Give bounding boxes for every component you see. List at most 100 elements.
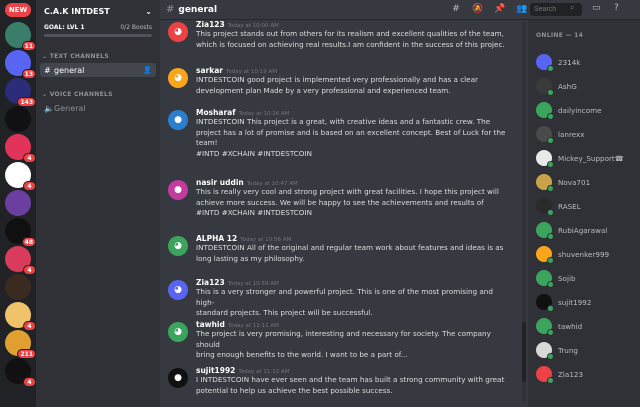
avatar [536, 270, 554, 288]
channel-title: general [178, 4, 218, 15]
avatar [536, 126, 554, 144]
member-item[interactable]: RubiAgarawal [536, 220, 607, 240]
message-author[interactable]: nasir uddin [196, 178, 244, 187]
member-name: shuvenker999 [558, 249, 610, 259]
discord-icon[interactable]: ◕ [168, 322, 188, 342]
server-icon[interactable]: 13 [5, 50, 36, 79]
member-list-icon[interactable]: 👥 [516, 3, 528, 15]
scrollbar-thumb[interactable] [522, 322, 526, 382]
member-item[interactable]: 2314k [536, 52, 580, 72]
pin-icon[interactable]: 📌 [494, 3, 506, 15]
server-icon[interactable] [5, 190, 31, 216]
channel-label: General [54, 103, 86, 113]
server-icon[interactable]: 4 [5, 134, 36, 163]
message-text: potential to help us achieve the best po… [196, 385, 393, 395]
category-text-channels[interactable]: ⌄ TEXT CHANNELS [36, 53, 160, 60]
member-item[interactable]: lanrexx [536, 124, 585, 144]
message-text: This is really very cool and strong proj… [196, 187, 499, 196]
user-avatar[interactable]: ● [168, 110, 188, 130]
goal-boosts: 0/2 Boosts [120, 24, 152, 31]
online-status-icon [547, 233, 554, 240]
message[interactable]: ● Mosharaf Today at 10:26 AM INTDESTCOIN Th… [168, 108, 508, 159]
member-name: 2314k [558, 57, 581, 67]
avatar [536, 294, 554, 312]
discord-icon[interactable]: ◕ [168, 280, 188, 300]
user-avatar[interactable]: ● [168, 180, 188, 200]
server-icon[interactable]: 48 [5, 218, 36, 247]
member-item[interactable]: tawhid [536, 316, 582, 336]
online-status-icon [547, 137, 554, 144]
inbox-icon[interactable]: ▭ [592, 3, 601, 13]
message-text: project has a lot of promise and is base… [196, 127, 506, 137]
new-badge[interactable]: NEW [5, 3, 31, 17]
member-item[interactable]: RASEL [536, 196, 581, 216]
message-author[interactable]: Zia123 [196, 278, 225, 287]
server-icon[interactable] [5, 106, 31, 132]
message-text: This project stands out from others for … [196, 29, 504, 38]
message-author[interactable]: sarkar [196, 66, 223, 75]
unread-badge: 13 [21, 69, 36, 79]
online-status-icon [547, 65, 554, 72]
message-author[interactable]: tawhid [196, 320, 225, 329]
boost-goal[interactable]: GOAL: LVL 1 0/2 Boosts [36, 22, 160, 39]
message-text: team! [196, 138, 218, 147]
member-item[interactable]: sujit1992 [536, 292, 591, 312]
message-author[interactable]: ALPHA 12 [196, 234, 237, 243]
online-status-icon [547, 185, 554, 192]
threads-icon[interactable]: # [450, 3, 462, 15]
message-author[interactable]: Zia123 [196, 20, 225, 29]
message[interactable]: ◕ Zia123 Today at 10:00 AM This project sta… [168, 20, 508, 50]
notification-bell-icon[interactable]: 🔕 [472, 3, 484, 15]
channel-general[interactable]: # general 👤 [40, 63, 156, 77]
member-item[interactable]: Sojib [536, 268, 576, 288]
category-label: VOICE CHANNELS [49, 91, 113, 98]
member-name: sujit1992 [558, 297, 592, 307]
server-icon[interactable]: 4 [5, 302, 36, 331]
member-item[interactable]: dailyincome [536, 100, 602, 120]
message[interactable]: ◕ Zia123 Today at 10:59 AM This is a very s… [168, 278, 508, 319]
member-item[interactable]: Trung [536, 340, 578, 360]
add-member-icon[interactable]: 👤 [143, 66, 152, 74]
server-icon[interactable] [5, 274, 31, 300]
message-text: The project is very promising, interesti… [196, 329, 491, 349]
chevron-down-icon[interactable]: ⌄ [145, 7, 152, 16]
discord-icon[interactable]: ◕ [168, 22, 188, 42]
member-name: RubiAgarawal [558, 225, 608, 235]
server-icon[interactable]: 211 [5, 330, 36, 359]
category-voice-channels[interactable]: ⌄ VOICE CHANNELS [36, 91, 160, 98]
avatar [536, 198, 554, 216]
member-item[interactable]: shuvenker999 [536, 244, 609, 264]
online-status-icon [547, 305, 554, 312]
online-status-icon [547, 161, 554, 168]
message-author[interactable]: sujit1992 [196, 366, 235, 375]
server-icon[interactable]: 11 [5, 22, 36, 51]
text-channel-icon: # [44, 65, 51, 75]
message[interactable]: ● nasir uddin Today at 10:47 AM This is rea… [168, 178, 508, 219]
message[interactable]: ◕ ALPHA 12 Today at 10:56 AM INTDESTCOIN Al… [168, 234, 508, 264]
user-avatar[interactable]: ● [168, 368, 188, 388]
server-icon[interactable]: 143 [5, 78, 36, 107]
member-item[interactable]: Zia123 [536, 364, 583, 384]
discord-icon[interactable]: ◕ [168, 68, 188, 88]
member-item[interactable]: Mickey_Support☎ [536, 148, 624, 168]
discord-icon[interactable]: ◕ [168, 236, 188, 256]
message[interactable]: ● sujit1992 Today at 11:13 AM I INTDESTCOIN… [168, 366, 508, 396]
unread-badge: 48 [21, 237, 36, 247]
chat-scrollbar[interactable] [522, 22, 526, 402]
member-name: Sojib [558, 273, 576, 283]
server-icon[interactable]: 4 [5, 358, 36, 387]
server-rail: NEW 11 13 143 4 4 48 4 4 211 4 [0, 0, 36, 407]
channel-voice-general[interactable]: 🔈 General [40, 101, 156, 115]
member-item[interactable]: AshG [536, 76, 577, 96]
message[interactable]: ◕ tawhid Today at 11:11 AM The project is v… [168, 320, 508, 361]
member-name: Nova701 [558, 177, 591, 187]
member-item[interactable]: Nova701 [536, 172, 590, 192]
online-header: ONLINE — 14 [536, 32, 584, 39]
server-icon[interactable]: 4 [5, 162, 36, 191]
server-icon[interactable]: 4 [5, 246, 36, 275]
message-author[interactable]: Mosharaf [196, 108, 236, 117]
unread-badge: 4 [23, 265, 36, 275]
server-header[interactable]: C.A.K INTDEST ⌄ [36, 0, 160, 22]
message[interactable]: ◕ sarkar Today at 10:19 AM INTDESTCOIN good… [168, 66, 508, 96]
help-icon[interactable]: ? [614, 3, 619, 13]
